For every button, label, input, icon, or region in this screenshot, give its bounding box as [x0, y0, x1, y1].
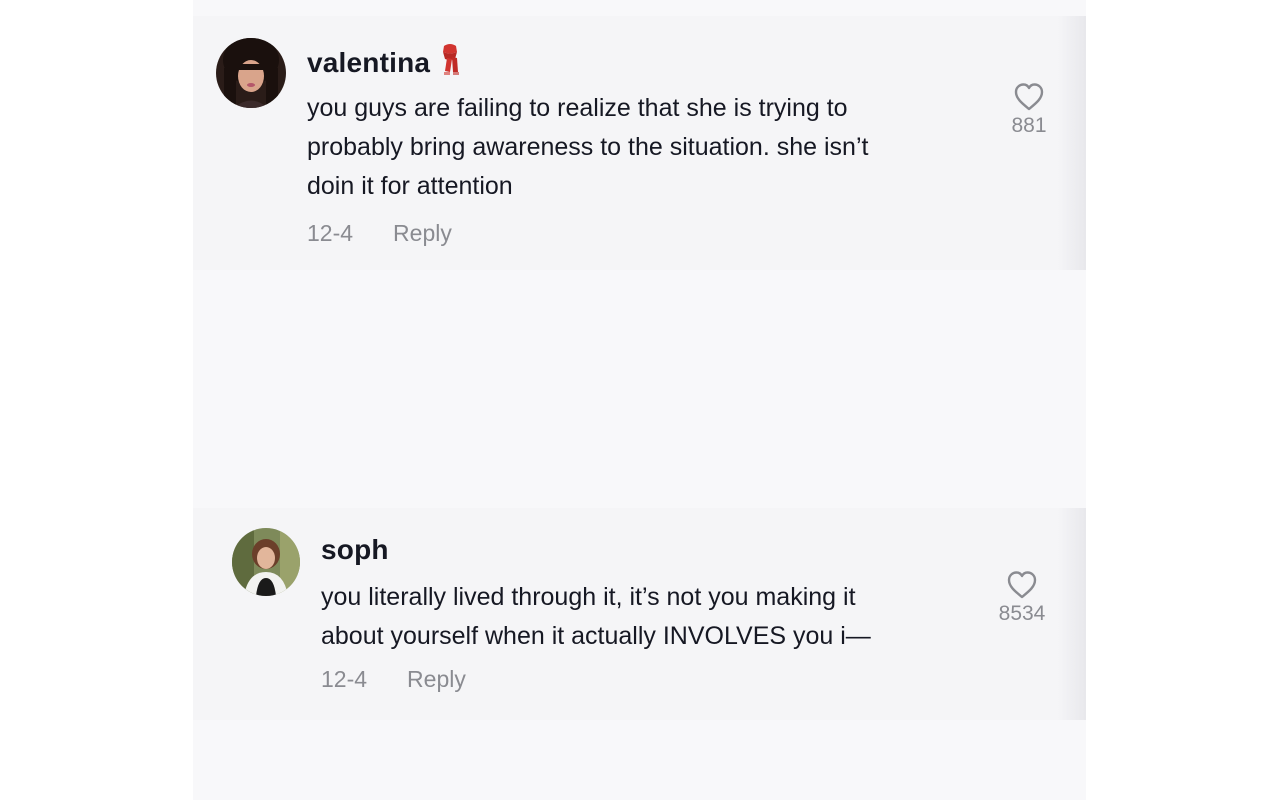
avatar[interactable] — [232, 528, 300, 596]
comment-text: you guys are failing to realize that she… — [307, 89, 868, 206]
like-count: 8534 — [998, 602, 1046, 625]
scarf-icon — [436, 42, 464, 83]
username[interactable]: valentina — [307, 42, 464, 83]
comments-panel: valentina you guys are failing to realiz… — [193, 0, 1086, 800]
comment-item: soph you literally lived through it, it’… — [193, 508, 1086, 720]
avatar[interactable] — [216, 38, 286, 108]
comment-line: you literally lived through it, it’s not… — [321, 583, 856, 611]
reply-button[interactable]: Reply — [407, 666, 466, 692]
comment-item: valentina you guys are failing to realiz… — [193, 16, 1086, 270]
like-button[interactable]: 8534 — [987, 570, 1057, 626]
heart-icon[interactable] — [987, 570, 1057, 600]
comment-line: about yourself when it actually INVOLVES… — [321, 622, 871, 650]
reply-button[interactable]: Reply — [393, 220, 452, 246]
username[interactable]: soph — [321, 534, 389, 566]
comment-meta: 12-4 Reply — [321, 666, 466, 693]
comment-line: you guys are failing to realize that she… — [307, 94, 848, 122]
comment-line: probably bring awareness to the situatio… — [307, 133, 869, 161]
username-text[interactable]: valentina — [307, 47, 430, 78]
like-count: 881 — [1011, 114, 1047, 137]
comment-meta: 12-4 Reply — [307, 220, 452, 247]
like-button[interactable]: 881 — [994, 82, 1064, 138]
comment-date: 12-4 — [321, 666, 368, 692]
comment-line: doin it for attention — [307, 172, 513, 200]
comment-date: 12-4 — [307, 220, 354, 246]
heart-icon[interactable] — [994, 82, 1064, 112]
comment-text: you literally lived through it, it’s not… — [321, 578, 871, 656]
page: valentina you guys are failing to realiz… — [0, 0, 1280, 800]
